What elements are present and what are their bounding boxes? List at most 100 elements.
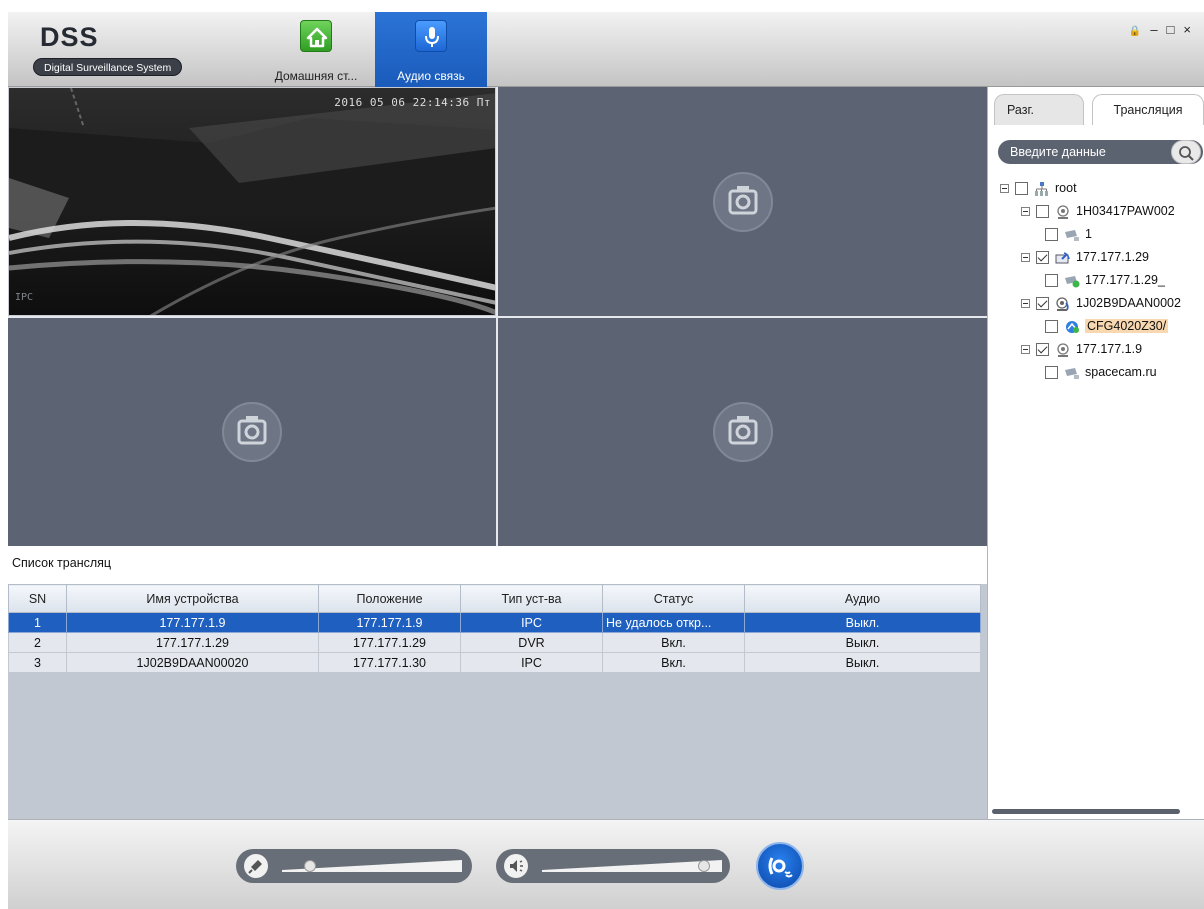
column-header-audio[interactable]: Аудио — [744, 584, 981, 613]
cell-status: Не удалось откр... — [602, 612, 745, 633]
nav-tab-home-label: Домашняя ст... — [274, 69, 358, 83]
column-header-sn[interactable]: SN — [8, 584, 67, 613]
horizontal-scrollbar[interactable] — [992, 809, 1180, 814]
tree-node-label: spacecam.ru — [1085, 365, 1157, 379]
microphone-volume-control — [236, 849, 472, 883]
tree-node-label: 1 — [1085, 227, 1092, 241]
tree-node-label: 1J02B9DAAN0002 — [1076, 296, 1181, 310]
video-pane-3[interactable] — [8, 318, 496, 546]
audio-control-bar — [8, 819, 1204, 909]
table-header-row: SN Имя устройства Положение Тип уст-ва С… — [8, 584, 981, 613]
no-video-camera-icon — [712, 402, 773, 462]
cell-audio: Выкл. — [744, 652, 981, 673]
broadcast-list-panel: Список трансляц SN Имя устройства Положе… — [8, 546, 987, 819]
cell-location: 177.177.1.30 — [318, 652, 461, 673]
search-icon — [1179, 146, 1194, 161]
tree-node-device[interactable]: 1H03417PAW002 — [1021, 201, 1175, 221]
table-row[interactable]: 1 177.177.1.9 177.177.1.9 IPC Не удалось… — [8, 612, 981, 633]
cell-sn: 2 — [8, 632, 67, 653]
cell-status: Вкл. — [602, 632, 745, 653]
no-video-camera-icon — [712, 171, 773, 232]
tree-node-channel[interactable]: 177.177.1.29_ — [1045, 270, 1165, 290]
microphone-icon — [415, 20, 447, 52]
table-row[interactable]: 2 177.177.1.29 177.177.1.29 DVR Вкл. Вык… — [8, 632, 981, 653]
microphone-icon[interactable] — [244, 854, 268, 878]
tree-node-label: root — [1055, 181, 1077, 195]
speaker-icon[interactable] — [504, 854, 528, 878]
network-root-icon — [1035, 181, 1048, 196]
column-header-device-type[interactable]: Тип уст-ва — [460, 584, 603, 613]
tree-node-channel[interactable]: spacecam.ru — [1045, 362, 1157, 382]
tree-checkbox[interactable] — [1036, 205, 1049, 219]
video-grid: 2016 05 06 22:14:36 Пт IPC — [8, 87, 987, 546]
collapse-icon[interactable] — [1021, 299, 1030, 309]
cell-audio: Выкл. — [744, 632, 981, 653]
app-logo: DSS — [40, 22, 99, 52]
collapse-icon[interactable] — [1021, 345, 1030, 355]
video-pane-2[interactable] — [498, 87, 987, 316]
broadcast-list-title: Список трансляц — [12, 556, 112, 570]
collapse-icon[interactable] — [1000, 184, 1009, 194]
home-icon — [300, 20, 332, 52]
broadcast-icon — [768, 857, 793, 878]
tree-checkbox[interactable] — [1045, 274, 1058, 288]
collapse-icon[interactable] — [1021, 253, 1030, 263]
tree-checkbox[interactable] — [1045, 228, 1058, 242]
collapse-icon[interactable] — [1021, 207, 1030, 217]
video-pane-1[interactable]: 2016 05 06 22:14:36 Пт IPC — [8, 87, 496, 316]
channel-camera-icon — [1065, 367, 1079, 379]
broadcasting-camera-icon — [1056, 297, 1069, 311]
column-header-device-name[interactable]: Имя устройства — [66, 584, 319, 613]
nav-tab-home[interactable]: Домашняя ст... — [257, 12, 375, 87]
tab-broadcast[interactable]: Трансляция — [1092, 94, 1204, 125]
cell-audio: Выкл. — [744, 612, 981, 633]
cell-device-name: 1J02B9DAAN00020 — [66, 652, 319, 673]
tree-node-device[interactable]: 1J02B9DAAN0002 — [1021, 293, 1181, 313]
cell-device-type: IPC — [460, 612, 603, 633]
lock-icon[interactable]: 🔒 — [1129, 26, 1150, 37]
video-channel-name: IPC — [15, 292, 34, 303]
tree-node-channel[interactable]: CFG4020Z30/ — [1045, 316, 1169, 336]
search-button[interactable] — [1171, 140, 1201, 164]
maximize-button[interactable]: □ — [1167, 22, 1184, 37]
title-bar: DSS Digital Surveillance System Домашняя… — [8, 12, 1204, 87]
nav-tab-audio[interactable]: Аудио связь — [375, 12, 487, 87]
window-controls: 🔒–□× — [1129, 22, 1200, 37]
close-button[interactable]: × — [1183, 22, 1200, 37]
device-tree-panel: Разг. Трансляция #search-box::placeholde… — [987, 87, 1204, 819]
speaker-volume-knob[interactable] — [698, 860, 710, 872]
cell-device-name: 177.177.1.29 — [66, 632, 319, 653]
cell-sn: 3 — [8, 652, 67, 673]
video-pane-4[interactable] — [498, 318, 987, 546]
tab-talk[interactable]: Разг. — [994, 94, 1084, 125]
broadcast-list-header: Список трансляц — [8, 546, 987, 584]
active-channel-icon — [1066, 320, 1079, 333]
tree-node-label: 177.177.1.29 — [1076, 250, 1149, 264]
tree-node-device[interactable]: 177.177.1.9 — [1021, 339, 1142, 359]
cell-device-name: 177.177.1.9 — [66, 612, 319, 633]
minimize-button[interactable]: – — [1150, 22, 1166, 37]
tree-checkbox[interactable] — [1045, 320, 1058, 334]
start-broadcast-button[interactable] — [756, 842, 804, 890]
tree-checkbox[interactable] — [1036, 343, 1049, 357]
broadcast-table: SN Имя устройства Положение Тип уст-ва С… — [8, 584, 981, 673]
tree-checkbox[interactable] — [1015, 182, 1028, 196]
table-row[interactable]: 3 1J02B9DAAN00020 177.177.1.30 IPC Вкл. … — [8, 652, 981, 673]
column-header-status[interactable]: Статус — [602, 584, 745, 613]
broadcast-table-wrapper: SN Имя устройства Положение Тип уст-ва С… — [8, 584, 987, 819]
column-header-location[interactable]: Положение — [318, 584, 461, 613]
tree-node-channel[interactable]: 1 — [1045, 224, 1092, 244]
tree-checkbox[interactable] — [1036, 297, 1049, 311]
cell-device-type: DVR — [460, 632, 603, 653]
tree-node-device[interactable]: 177.177.1.29 — [1021, 247, 1149, 267]
video-frame — [9, 88, 495, 315]
tree-node-label: 1H03417PAW002 — [1076, 204, 1175, 218]
tree-node-label: 177.177.1.29_ — [1085, 273, 1165, 287]
tree-checkbox[interactable] — [1045, 366, 1058, 380]
tree-node-label: 177.177.1.9 — [1076, 342, 1143, 356]
tree-node-root[interactable]: root — [1000, 178, 1077, 198]
video-timestamp: 2016 05 06 22:14:36 Пт — [334, 96, 491, 109]
tree-checkbox[interactable] — [1036, 251, 1049, 265]
microphone-volume-knob[interactable] — [304, 860, 316, 872]
app-logo-subtitle: Digital Surveillance System — [33, 58, 183, 76]
